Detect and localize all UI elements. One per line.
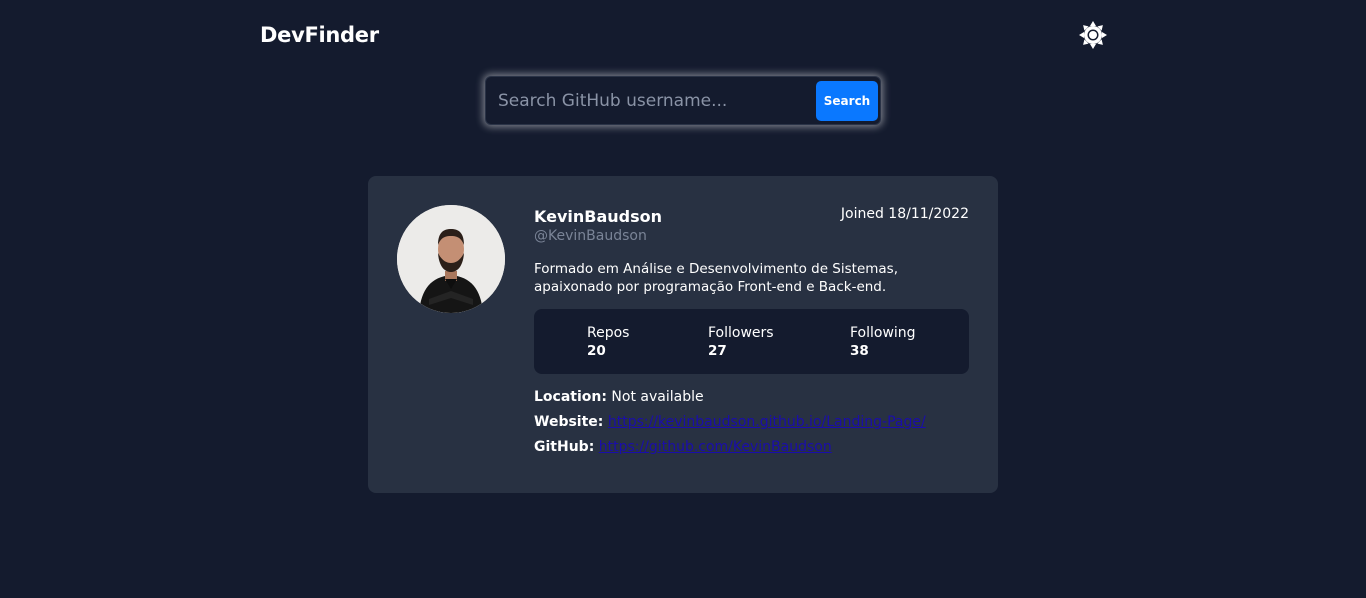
profile-card: KevinBaudson @KevinBaudson Joined 18/11/…	[368, 176, 998, 493]
github-label: GitHub:	[534, 439, 595, 455]
theme-toggle-button[interactable]	[1077, 19, 1109, 51]
profile-login: @KevinBaudson	[534, 228, 647, 244]
app-logo: DevFinder	[260, 23, 379, 47]
stats-panel: Repos 20 Followers 27 Following 38	[534, 309, 969, 374]
stat-label: Repos	[587, 325, 630, 341]
stat-label: Followers	[708, 325, 774, 341]
location-label: Location:	[534, 389, 607, 405]
website-link[interactable]: https://kevinbaudson.github.io/Landing-P…	[608, 414, 926, 430]
joined-date: Joined 18/11/2022	[840, 206, 969, 222]
stat-label: Following	[850, 325, 916, 341]
github-row: GitHub: https://github.com/KevinBaudson	[534, 439, 832, 455]
stat-value: 38	[850, 343, 869, 359]
avatar-photo	[397, 205, 505, 313]
stat-repos: Repos 20	[587, 324, 629, 360]
search-input[interactable]	[498, 87, 808, 115]
location-value: Not available	[611, 389, 704, 405]
profile-bio: Formado em Análise e Desenvolvimento de …	[534, 260, 954, 296]
stat-followers: Followers 27	[708, 324, 774, 360]
avatar	[397, 205, 505, 313]
github-link[interactable]: https://github.com/KevinBaudson	[599, 439, 832, 455]
website-row: Website: https://kevinbaudson.github.io/…	[534, 414, 926, 430]
location-row: Location: Not available	[534, 389, 704, 405]
website-label: Website:	[534, 414, 604, 430]
page: DevFinder Search GitHub username... Sear…	[0, 0, 1366, 598]
stat-value: 27	[708, 343, 727, 359]
stat-value: 20	[587, 343, 606, 359]
search-button[interactable]: Search	[816, 81, 878, 121]
stat-following: Following 38	[850, 324, 916, 360]
bio-line: Formado em Análise e Desenvolvimento de …	[534, 261, 898, 277]
search-box: Search	[485, 76, 881, 125]
sun-icon	[1079, 21, 1107, 49]
profile-name: KevinBaudson	[534, 207, 663, 226]
bio-line: apaixonado por programação Front-end e B…	[534, 279, 887, 295]
